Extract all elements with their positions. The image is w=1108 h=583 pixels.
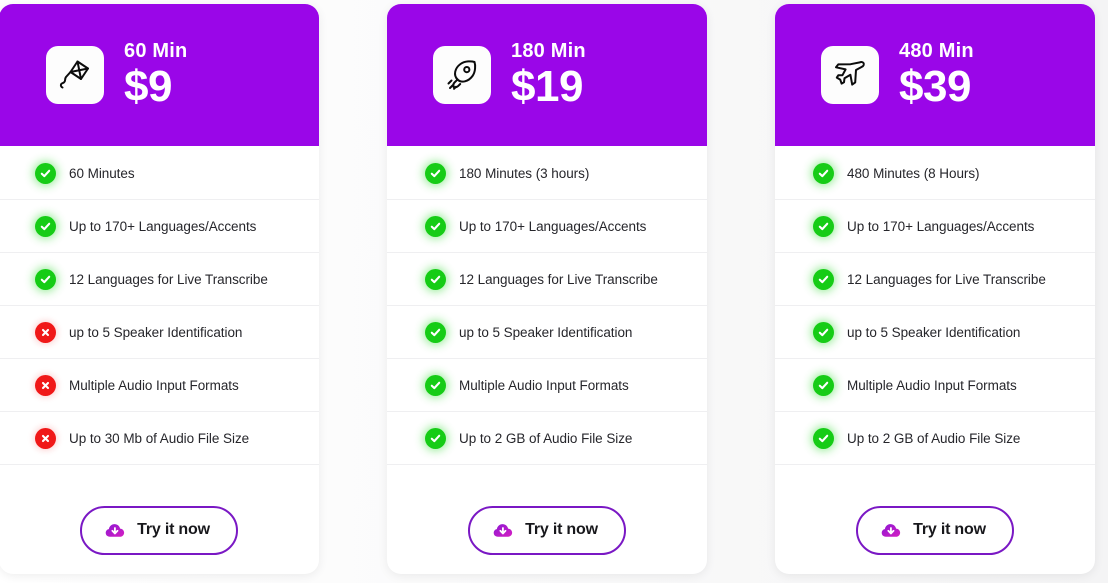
check-icon	[425, 268, 446, 290]
feature-label: Up to 170+ Languages/Accents	[847, 218, 1035, 234]
feature-list: 480 Minutes (8 Hours) Up to 170+ Languag…	[775, 146, 1095, 486]
feature-row: up to 5 Speaker Identification	[0, 306, 319, 359]
try-it-now-label: Try it now	[525, 521, 598, 538]
try-it-now-button[interactable]: Try it now	[80, 505, 238, 555]
feature-label: Multiple Audio Input Formats	[459, 377, 629, 393]
cta-zone: Try it now	[387, 486, 707, 574]
check-icon	[35, 268, 56, 290]
check-icon	[813, 427, 834, 449]
check-icon	[813, 268, 834, 290]
check-icon	[425, 162, 446, 184]
try-it-now-button[interactable]: Try it now	[468, 505, 626, 555]
try-it-now-label: Try it now	[137, 521, 210, 538]
feature-row: 12 Languages for Live Transcribe	[0, 253, 319, 306]
feature-label: Up to 30 Mb of Audio File Size	[69, 430, 250, 446]
feature-row: up to 5 Speaker Identification	[387, 306, 707, 359]
feature-label: up to 5 Speaker Identification	[459, 324, 633, 340]
feature-label: up to 5 Speaker Identification	[69, 324, 243, 340]
feature-label: 60 Minutes	[69, 165, 135, 181]
card-header: 60 Min $9	[0, 4, 319, 146]
plan-head-text: 180 Min $19	[511, 41, 586, 109]
feature-list: 180 Minutes (3 hours) Up to 170+ Languag…	[387, 146, 707, 486]
feature-label: 480 Minutes (8 Hours)	[847, 165, 980, 181]
feature-row: 480 Minutes (8 Hours)	[775, 147, 1095, 200]
feature-row: Up to 170+ Languages/Accents	[0, 200, 319, 253]
check-icon	[425, 321, 446, 343]
card-header: 480 Min $39	[775, 4, 1095, 146]
card-header: 180 Min $19	[387, 4, 707, 146]
check-icon	[35, 162, 56, 184]
check-icon	[425, 427, 446, 449]
feature-row: Multiple Audio Input Formats	[387, 359, 707, 412]
feature-label: 180 Minutes (3 hours)	[459, 165, 590, 181]
check-icon	[813, 321, 834, 343]
cross-icon	[35, 321, 56, 343]
plan-head-text: 60 Min $9	[124, 41, 187, 109]
cross-icon	[35, 374, 56, 396]
feature-row: Up to 170+ Languages/Accents	[775, 200, 1095, 253]
cloud-download-icon	[492, 519, 515, 542]
plan-head-text: 480 Min $39	[899, 41, 974, 109]
feature-row: Multiple Audio Input Formats	[775, 359, 1095, 412]
plan-price: $19	[511, 62, 583, 111]
feature-row: 60 Minutes	[0, 147, 319, 200]
try-it-now-label: Try it now	[913, 521, 986, 538]
check-icon	[425, 374, 446, 396]
check-icon	[813, 374, 834, 396]
feature-label: up to 5 Speaker Identification	[847, 324, 1021, 340]
feature-label: Up to 2 GB of Audio File Size	[847, 430, 1021, 446]
feature-row: Multiple Audio Input Formats	[0, 359, 319, 412]
check-icon	[425, 215, 446, 237]
feature-label: Up to 170+ Languages/Accents	[69, 218, 257, 234]
airplane-icon	[821, 46, 879, 104]
pricing-table: 60 Min $9 60 Minutes Up to 170+ Language…	[0, 0, 1108, 583]
pricing-card-1[interactable]: 60 Min $9 60 Minutes Up to 170+ Language…	[0, 4, 319, 574]
plan-price: $39	[899, 62, 971, 111]
feature-row: 12 Languages for Live Transcribe	[775, 253, 1095, 306]
feature-label: Multiple Audio Input Formats	[69, 377, 239, 393]
check-icon	[35, 215, 56, 237]
feature-label: Up to 170+ Languages/Accents	[459, 218, 647, 234]
feature-row: Up to 170+ Languages/Accents	[387, 200, 707, 253]
feature-row: up to 5 Speaker Identification	[775, 306, 1095, 359]
plan-price: $9	[124, 62, 172, 111]
feature-row: Up to 2 GB of Audio File Size	[387, 412, 707, 465]
cloud-download-icon	[880, 519, 903, 542]
pricing-card-2[interactable]: 180 Min $19 180 Minutes (3 hours) Up to …	[387, 4, 707, 574]
plan-duration: 480 Min	[899, 40, 974, 62]
feature-label: 12 Languages for Live Transcribe	[459, 271, 658, 287]
cross-icon	[35, 427, 56, 449]
feature-label: 12 Languages for Live Transcribe	[69, 271, 268, 287]
cta-zone: Try it now	[775, 486, 1095, 574]
feature-row: Up to 2 GB of Audio File Size	[775, 412, 1095, 465]
rocket-icon	[433, 46, 491, 104]
plan-duration: 180 Min	[511, 40, 586, 62]
feature-row: Up to 30 Mb of Audio File Size	[0, 412, 319, 465]
feature-row: 180 Minutes (3 hours)	[387, 147, 707, 200]
feature-label: Up to 2 GB of Audio File Size	[459, 430, 633, 446]
check-icon	[813, 162, 834, 184]
feature-label: 12 Languages for Live Transcribe	[847, 271, 1046, 287]
try-it-now-button[interactable]: Try it now	[856, 505, 1014, 555]
feature-label: Multiple Audio Input Formats	[847, 377, 1017, 393]
feature-list: 60 Minutes Up to 170+ Languages/Accents …	[0, 146, 319, 486]
pricing-card-3[interactable]: 480 Min $39 480 Minutes (8 Hours) Up to …	[775, 4, 1095, 574]
check-icon	[813, 215, 834, 237]
cloud-download-icon	[104, 519, 127, 542]
plan-duration: 60 Min	[124, 40, 188, 62]
cta-zone: Try it now	[0, 486, 319, 574]
kite-icon	[46, 46, 104, 104]
feature-row: 12 Languages for Live Transcribe	[387, 253, 707, 306]
